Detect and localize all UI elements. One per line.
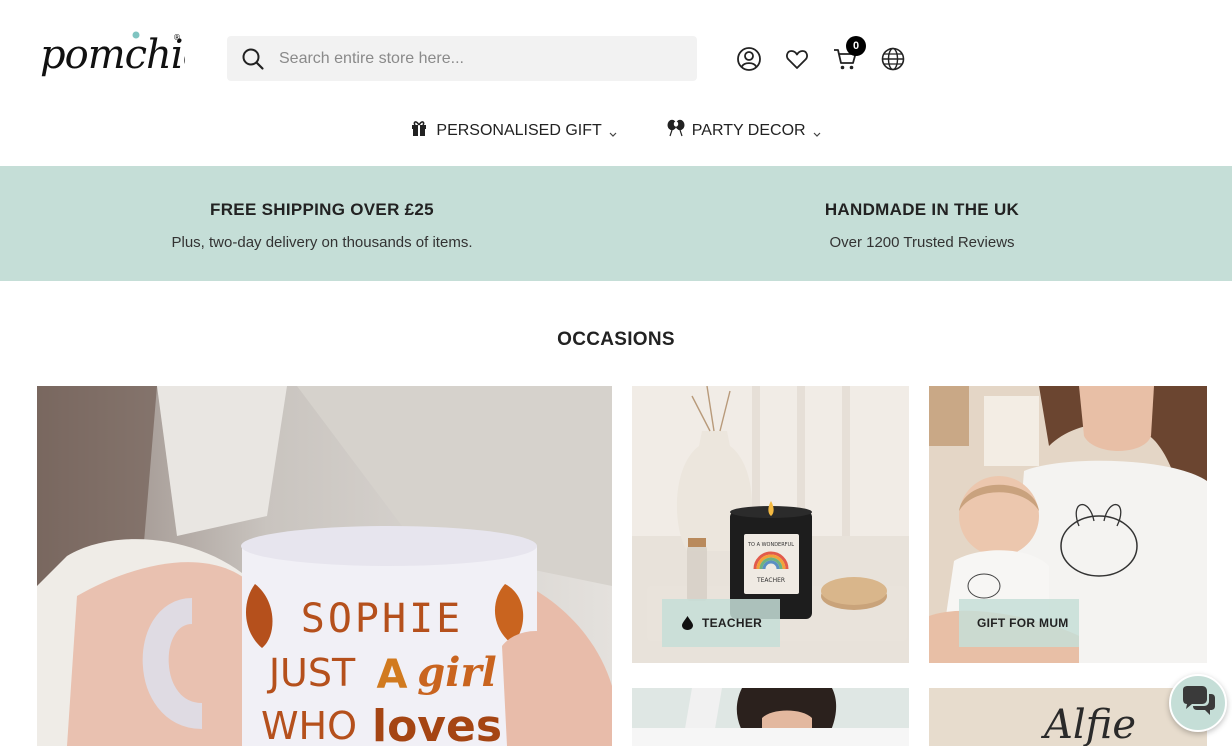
globe-icon[interactable] (879, 45, 907, 73)
occasion-teacher-text: TEACHER (702, 616, 763, 630)
account-icon[interactable] (735, 45, 763, 73)
nav-label: PERSONALISED GIFT (436, 122, 602, 139)
logo-wordmark: pomchick (40, 32, 185, 78)
handmade-promo-subtitle: Over 1200 Trusted Reviews (829, 234, 1015, 251)
alfie-script-text: Alfie (1040, 702, 1136, 746)
brand-logo[interactable]: pomchick ® (40, 22, 228, 86)
chevron-down-icon (812, 126, 822, 137)
mug-text-who: WHO (261, 704, 357, 746)
shipping-promo-subtitle: Plus, two-day delivery on thousands of i… (171, 234, 473, 251)
mug-text-a: A (377, 652, 408, 698)
occasions-title: OCCASIONS (557, 329, 675, 350)
nav-personalised-gift[interactable]: PERSONALISED GIFT (410, 119, 618, 140)
handmade-promo-title: HANDMADE IN THE UK (824, 200, 1020, 219)
mug-text-loves: loves (372, 701, 502, 746)
occasion-tile-bottom-right[interactable]: Alfie (929, 688, 1207, 746)
promo-banner: FREE SHIPPING OVER £25 Plus, two-day del… (0, 166, 1232, 281)
chat-bubbles-icon (1180, 685, 1216, 721)
nav-label: PARTY DECOR (691, 122, 806, 139)
occasion-feature-mug-tile[interactable]: SOPHIE JUST A girl WHO loves (37, 386, 612, 746)
wishlist-heart-icon[interactable] (783, 45, 811, 73)
mug-text-line1: SOPHIE (301, 596, 464, 642)
gift-icon (410, 119, 428, 137)
chevron-down-icon (608, 126, 618, 137)
cart-count-badge: 0 (846, 36, 866, 56)
balloons-icon (666, 119, 685, 137)
main-nav: PERSONALISED GIFT PARTY DECOR (0, 119, 1232, 140)
chat-button[interactable] (1169, 674, 1227, 732)
candle-text-top: TO A WONDERFUL (747, 542, 794, 548)
handmade-promo: HANDMADE IN THE UK Over 1200 Trusted Rev… (672, 200, 1172, 251)
cart-icon[interactable]: 0 (831, 36, 866, 73)
search-icon[interactable] (241, 47, 265, 71)
nav-party-decor[interactable]: PARTY DECOR (666, 119, 822, 140)
occasion-mum-text: GIFT FOR MUM (977, 616, 1069, 630)
drop-icon (682, 616, 693, 630)
occasion-tile-bottom-left[interactable] (632, 688, 909, 746)
candle-text-bottom: TEACHER (756, 577, 785, 584)
search-bar (227, 36, 697, 81)
header-icon-bar: 0 (735, 36, 927, 73)
mug-text-just: JUST (267, 651, 356, 695)
mug-text-girl: girl (417, 649, 496, 696)
shipping-promo: FREE SHIPPING OVER £25 Plus, two-day del… (72, 200, 572, 251)
occasion-gift-for-mum-label[interactable]: GIFT FOR MUM (959, 599, 1079, 647)
search-input[interactable] (279, 38, 679, 79)
shipping-promo-title: FREE SHIPPING OVER £25 (210, 200, 434, 219)
registered-mark: ® (173, 33, 181, 42)
occasion-teacher-label[interactable]: TEACHER (662, 599, 780, 647)
site-header: pomchick ® 0 PERSONALISED GIFT (0, 0, 1232, 166)
